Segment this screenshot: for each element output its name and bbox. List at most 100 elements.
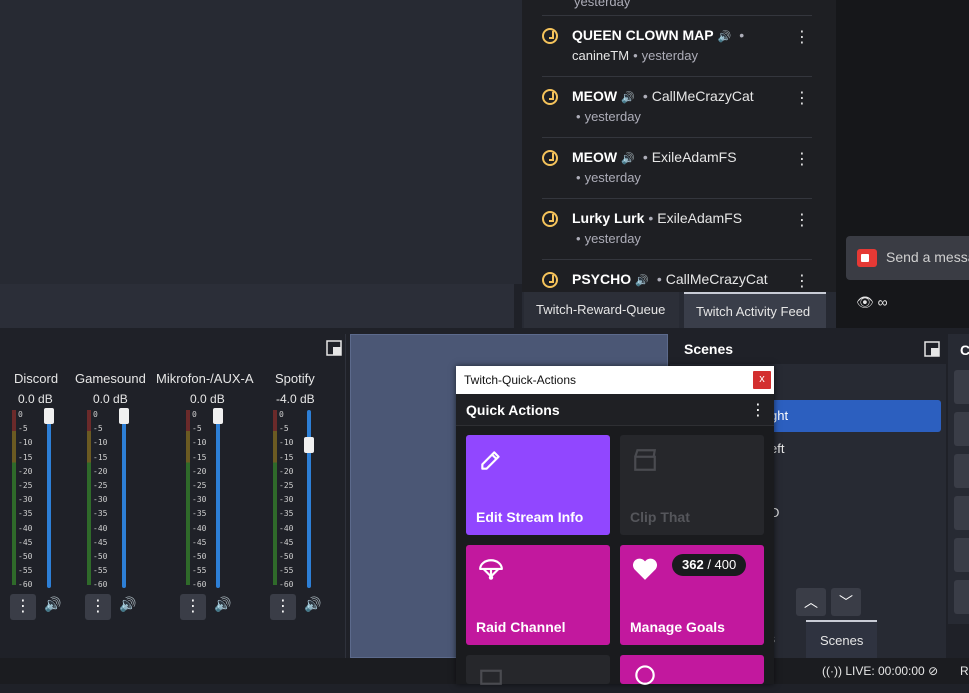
level-meter xyxy=(273,410,277,585)
feed-time: yesterday xyxy=(641,48,699,63)
reward-title: Lurky Lurk xyxy=(572,210,645,226)
quick-action-tile[interactable] xyxy=(466,655,610,685)
control-button[interactable] xyxy=(954,580,969,614)
raid-channel-button[interactable]: Raid Channel xyxy=(466,545,610,645)
controls-dock: C xyxy=(948,334,969,624)
chat-input[interactable]: Send a messa xyxy=(846,236,969,280)
channel-db: 0.0 dB xyxy=(190,392,225,406)
clip-that-button[interactable]: Clip That xyxy=(620,435,764,535)
channel-db: 0.0 dB xyxy=(93,392,128,406)
feed-user: ExileAdamFS xyxy=(657,210,743,226)
tab-activity-feed[interactable]: Twitch Activity Feed xyxy=(684,292,826,328)
live-time: LIVE: 00:00:00 xyxy=(845,664,925,678)
goal-total: / 400 xyxy=(707,557,737,572)
control-button[interactable] xyxy=(954,538,969,572)
volume-slider[interactable] xyxy=(44,408,54,588)
control-button[interactable] xyxy=(954,412,969,446)
undock-icon[interactable] xyxy=(924,341,940,357)
volume-slider[interactable] xyxy=(119,408,129,588)
rec-status: R xyxy=(960,664,969,678)
tile-label: Clip That xyxy=(630,509,690,525)
chat-placeholder: Send a messa xyxy=(886,249,969,265)
feed-item[interactable]: MEOW 🔊 • CallMeCrazyCat • yesterday ⋮ xyxy=(542,77,812,138)
slider-handle[interactable] xyxy=(213,408,223,424)
manage-goals-button[interactable]: 362 / 400 Manage Goals xyxy=(620,545,764,645)
goal-current: 362 xyxy=(682,557,704,572)
tab-reward-queue[interactable]: Twitch-Reward-Queue xyxy=(524,292,679,328)
eye-icon: 👁 xyxy=(856,294,874,310)
window-title: Twitch-Quick-Actions xyxy=(464,373,577,387)
more-options-icon[interactable]: ⋮ xyxy=(794,274,810,290)
volume-slider[interactable] xyxy=(213,408,223,588)
more-options-icon[interactable]: ⋮ xyxy=(794,30,810,46)
feed-item[interactable]: PSYCHO 🔊 • CallMeCrazyCat ⋮ xyxy=(542,260,812,292)
clock-icon xyxy=(542,272,558,288)
slider-handle[interactable] xyxy=(44,408,54,424)
db-scale: 0 -5 -10 -15 -20 -25 -30 -35 -40 -45 -50… xyxy=(93,410,108,590)
mixer-channel-mikrofon: Mikrofon-/AUX-A 0.0 dB 0 -5 -10 -15 -20 … xyxy=(156,334,266,634)
timer-icon xyxy=(632,661,658,693)
speaker-icon[interactable]: 🔊 xyxy=(304,596,321,613)
undock-icon[interactable] xyxy=(326,340,342,359)
channel-menu-button[interactable]: ⋮ xyxy=(10,594,36,620)
feed-user: CallMeCrazyCat xyxy=(665,271,768,287)
rec-off-icon: ⊘ xyxy=(928,664,939,678)
signal-icon: ((·)) xyxy=(822,664,842,678)
feed-time: yesterday xyxy=(584,109,641,124)
move-down-button[interactable]: ﹀ xyxy=(831,588,861,616)
level-meter xyxy=(12,410,16,585)
slider-handle[interactable] xyxy=(119,408,129,424)
audio-mixer: Discord 0.0 dB 0 -5 -10 -15 -20 -25 -30 … xyxy=(0,334,346,658)
reward-title: QUEEN CLOWN MAP xyxy=(572,27,714,43)
channel-menu-button[interactable]: ⋮ xyxy=(270,594,296,620)
db-scale: 0 -5 -10 -15 -20 -25 -30 -35 -40 -45 -50… xyxy=(192,410,207,590)
control-button[interactable] xyxy=(954,496,969,530)
speaker-icon[interactable]: 🔊 xyxy=(119,596,136,613)
preview-footer xyxy=(0,284,514,328)
clapperboard-icon xyxy=(632,447,658,479)
activity-feed-panel: yesterday QUEEN CLOWN MAP 🔊 • canineTM • yes… xyxy=(522,0,836,292)
control-button[interactable] xyxy=(954,370,969,404)
slider-handle[interactable] xyxy=(304,437,314,454)
more-options-icon[interactable]: ⋮ xyxy=(794,91,810,107)
speaker-icon: 🔊 xyxy=(621,92,635,104)
dock-tab-bar: Twitch-Reward-Queue Twitch Activity Feed xyxy=(522,292,836,328)
volume-slider[interactable] xyxy=(304,410,314,588)
channel-menu-button[interactable]: ⋮ xyxy=(180,594,206,620)
speaker-icon[interactable]: 🔊 xyxy=(214,596,231,613)
channel-db: 0.0 dB xyxy=(18,392,53,406)
move-up-button[interactable]: ︿ xyxy=(796,588,826,616)
feed-user: CallMeCrazyCat xyxy=(651,88,754,104)
feed-item[interactable]: Lurky Lurk • ExileAdamFS • yesterday ⋮ xyxy=(542,199,812,260)
feed-divider xyxy=(542,0,812,16)
scenes-title: Scenes xyxy=(684,341,734,357)
reward-title: PSYCHO xyxy=(572,271,632,287)
clock-icon xyxy=(542,211,558,227)
tab-scenes[interactable]: Scenes xyxy=(806,620,878,658)
tile-label: Edit Stream Info xyxy=(476,509,584,525)
db-scale: 0 -5 -10 -15 -20 -25 -30 -35 -40 -45 -50… xyxy=(18,410,33,590)
reward-title: MEOW xyxy=(572,88,618,104)
channel-name: Gamesound xyxy=(75,371,146,386)
feed-item[interactable]: MEOW 🔊 • ExileAdamFS • yesterday ⋮ xyxy=(542,138,812,199)
speaker-icon[interactable]: 🔊 xyxy=(44,596,61,613)
quick-action-tile[interactable] xyxy=(620,655,764,685)
channel-menu-button[interactable]: ⋮ xyxy=(85,594,111,620)
feed-item[interactable]: QUEEN CLOWN MAP 🔊 • canineTM • yesterday ⋮ xyxy=(542,16,812,77)
channel-name: Mikrofon-/AUX-A xyxy=(156,371,254,386)
quick-actions-header: Quick Actions ⋮ xyxy=(456,394,774,426)
clapperboard-icon xyxy=(478,661,504,693)
window-titlebar[interactable]: Twitch-Quick-Actions x xyxy=(456,366,774,394)
mixer-channel-spotify: Spotify -4.0 dB 0 -5 -10 -15 -20 -25 -30… xyxy=(268,334,328,634)
feed-time: yesterday xyxy=(584,231,641,246)
db-scale: 0 -5 -10 -15 -20 -25 -30 -35 -40 -45 -50… xyxy=(279,410,294,590)
more-options-icon[interactable]: ⋮ xyxy=(750,400,766,420)
more-options-icon[interactable]: ⋮ xyxy=(794,213,810,229)
level-meter xyxy=(87,410,91,585)
more-options-icon[interactable]: ⋮ xyxy=(794,152,810,168)
speaker-icon: 🔊 xyxy=(621,153,635,165)
control-button[interactable] xyxy=(954,454,969,488)
feed-user: ExileAdamFS xyxy=(651,149,737,165)
close-button[interactable]: x xyxy=(753,371,771,389)
edit-stream-info-button[interactable]: Edit Stream Info xyxy=(466,435,610,535)
